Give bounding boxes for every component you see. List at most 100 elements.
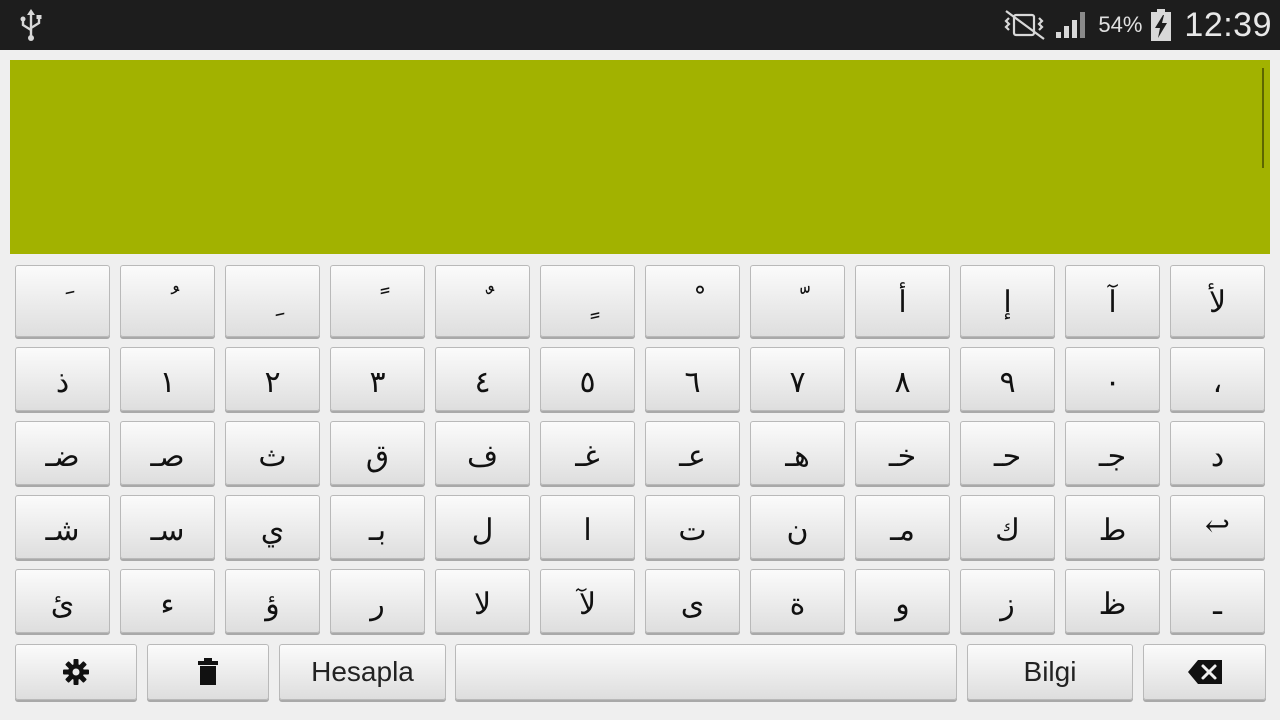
key-row3-9[interactable]: خـ (855, 421, 950, 485)
key-row1-3[interactable]: ِ (225, 265, 320, 337)
key-label: أ (898, 285, 907, 320)
clear-button[interactable] (147, 644, 269, 700)
key-label: صـ (150, 439, 185, 474)
key-row1-6[interactable]: ٍ (540, 265, 635, 337)
key-row1-9[interactable]: أ (855, 265, 950, 337)
key-label: ذ (55, 365, 70, 400)
key-row5-10[interactable]: ز (960, 569, 1055, 633)
key-row1-12[interactable]: لأ (1170, 265, 1265, 337)
key-row4-7[interactable]: ت (645, 495, 740, 559)
key-row2-6[interactable]: ٥ (540, 347, 635, 411)
key-row5-11[interactable]: ظ (1065, 569, 1160, 633)
battery-charging-icon (1151, 9, 1172, 41)
key-row2-12[interactable]: ، (1170, 347, 1265, 411)
key-label: ٤ (474, 365, 491, 400)
enter-icon: ↩ (1204, 509, 1231, 544)
key-row5-4[interactable]: ر (330, 569, 425, 633)
backspace-icon (1187, 660, 1222, 684)
key-label: ٣ (369, 365, 386, 400)
key-row5-1[interactable]: ئ (15, 569, 110, 633)
key-label: د (1210, 439, 1225, 474)
key-label: ٦ (684, 365, 701, 400)
key-row2-1[interactable]: ذ (15, 347, 110, 411)
key-row4-8[interactable]: ن (750, 495, 845, 559)
key-row5-2[interactable]: ء (120, 569, 215, 633)
key-label: ن (786, 513, 809, 548)
key-row1-10[interactable]: إ (960, 265, 1055, 337)
key-label: عـ (679, 439, 706, 474)
key-row4-3[interactable]: ي (225, 495, 320, 559)
key-row1-11[interactable]: آ (1065, 265, 1160, 337)
key-row2-5[interactable]: ٤ (435, 347, 530, 411)
key-row3-1[interactable]: ضـ (15, 421, 110, 485)
key-label: ٨ (894, 365, 911, 400)
key-row3-8[interactable]: هـ (750, 421, 845, 485)
backspace-button[interactable] (1143, 644, 1266, 700)
key-row4-10[interactable]: ك (960, 495, 1055, 559)
key-label: سـ (150, 513, 185, 548)
key-label: ـ (1213, 587, 1222, 622)
key-row2-10[interactable]: ٩ (960, 347, 1055, 411)
key-row4-5[interactable]: ل (435, 495, 530, 559)
calculation-display[interactable] (10, 60, 1270, 254)
key-row2-9[interactable]: ٨ (855, 347, 950, 411)
key-row5-7[interactable]: ى (645, 569, 740, 633)
key-label: ١ (159, 365, 176, 400)
key-row2-4[interactable]: ٣ (330, 347, 425, 411)
key-row4-9[interactable]: مـ (855, 495, 950, 559)
key-row1-4[interactable]: ً (330, 265, 425, 337)
key-label: هـ (785, 439, 810, 474)
key-label: ٠ (1104, 365, 1121, 400)
key-row2-11[interactable]: ٠ (1065, 347, 1160, 411)
key-label: ل (471, 513, 494, 548)
key-label: ٢ (264, 365, 281, 400)
key-row2-8[interactable]: ٧ (750, 347, 845, 411)
key-row2-7[interactable]: ٦ (645, 347, 740, 411)
info-button[interactable]: Bilgi (967, 644, 1133, 700)
key-row1-2[interactable]: ُ (120, 265, 215, 337)
key-row1-5[interactable]: ٌ (435, 265, 530, 337)
key-label: مـ (890, 513, 915, 548)
key-row3-11[interactable]: جـ (1065, 421, 1160, 485)
key-row3-4[interactable]: ق (330, 421, 425, 485)
key-row3-12[interactable]: د (1170, 421, 1265, 485)
key-row1-7[interactable]: ْ (645, 265, 740, 337)
key-row4-11[interactable]: ط (1065, 495, 1160, 559)
settings-button[interactable] (15, 644, 137, 700)
key-label: لأ (1208, 285, 1227, 320)
key-row2-3[interactable]: ٢ (225, 347, 320, 411)
key-row5-8[interactable]: ة (750, 569, 845, 633)
key-row5-9[interactable]: و (855, 569, 950, 633)
key-label: ة (789, 587, 806, 622)
key-row3-7[interactable]: عـ (645, 421, 740, 485)
key-label: ٩ (999, 365, 1016, 400)
key-row3-2[interactable]: صـ (120, 421, 215, 485)
enter-key[interactable]: ↩ (1170, 495, 1265, 559)
key-row4-2[interactable]: سـ (120, 495, 215, 559)
key-label: خـ (888, 439, 917, 474)
key-row5-12[interactable]: ـ (1170, 569, 1265, 633)
key-row3-5[interactable]: ف (435, 421, 530, 485)
key-row1-8[interactable]: ّ (750, 265, 845, 337)
key-row4-1[interactable]: شـ (15, 495, 110, 559)
key-row3-10[interactable]: حـ (960, 421, 1055, 485)
key-row4-6[interactable]: ا (540, 495, 635, 559)
key-row5-3[interactable]: ؤ (225, 569, 320, 633)
space-button[interactable] (455, 644, 957, 700)
key-row4-4[interactable]: بـ (330, 495, 425, 559)
key-row5-5[interactable]: لا (435, 569, 530, 633)
key-row3-3[interactable]: ث (225, 421, 320, 485)
usb-icon (20, 9, 42, 41)
key-label: ا (583, 513, 592, 548)
key-label: ف (466, 439, 499, 474)
scrollbar[interactable] (1262, 68, 1264, 168)
battery-percent: 54% (1098, 12, 1143, 37)
key-label: ظ (1098, 587, 1127, 622)
key-row1-1[interactable]: َ (15, 265, 110, 337)
key-row3-6[interactable]: غـ (540, 421, 635, 485)
key-row2-2[interactable]: ١ (120, 347, 215, 411)
key-row5-6[interactable]: لآ (540, 569, 635, 633)
key-label: ء (160, 587, 175, 622)
key-label: غـ (575, 439, 600, 474)
calculate-button[interactable]: Hesapla (279, 644, 446, 700)
